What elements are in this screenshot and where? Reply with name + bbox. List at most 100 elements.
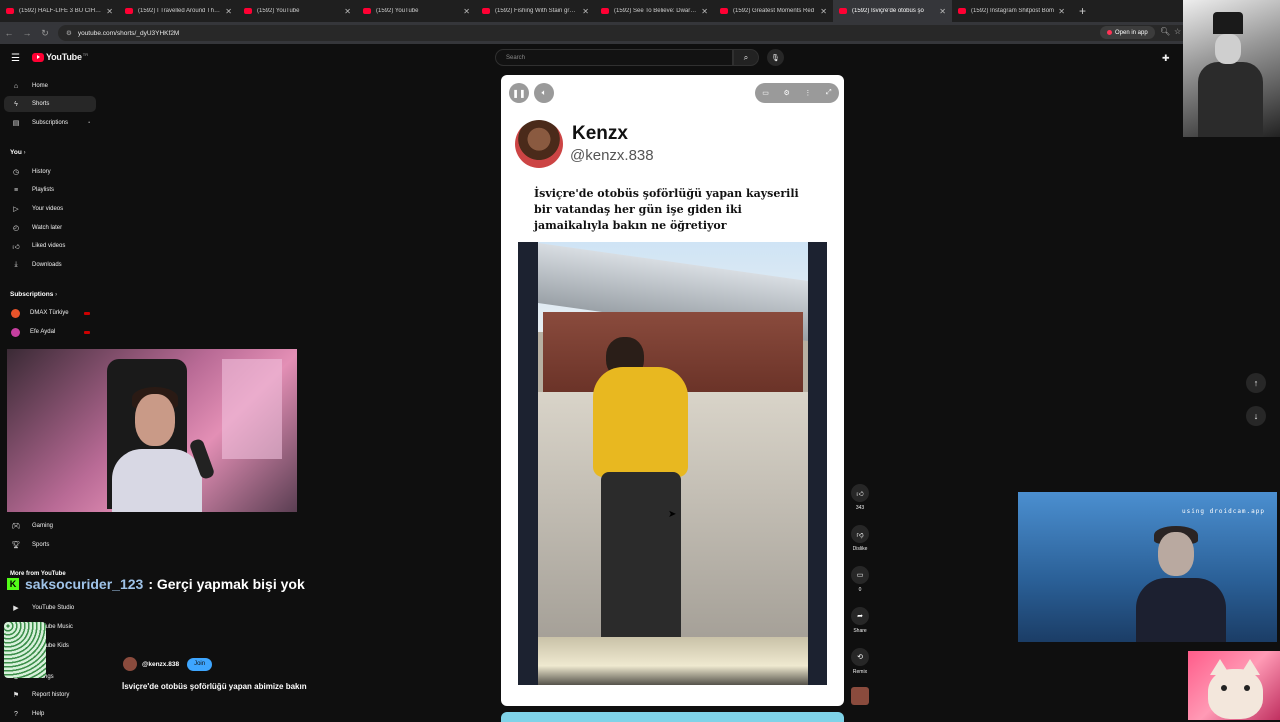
tweet-name: Kenzx [572,123,628,144]
sidebar-item-your-videos[interactable]: ▷ Your videos [4,201,96,217]
video-person-pants [601,472,681,652]
open-in-app-button[interactable]: Open in app [1100,26,1155,39]
kick-logo-icon: K [7,578,19,590]
menu-icon[interactable]: ☰ [11,53,20,64]
sidebar-item-report-history[interactable]: ⚑ Report history [4,687,96,703]
sidebar-item-shorts[interactable]: ϟ Shorts [4,96,96,112]
subscriptions-section-title[interactable]: Subscriptions › [10,291,57,298]
more-options-icon[interactable]: ⋮ [804,89,811,97]
comment-count: 0 [858,587,862,593]
next-short-preview[interactable] [501,712,844,722]
reload-icon[interactable]: ↻ [36,28,54,39]
close-tab-icon[interactable]: ✕ [344,7,351,16]
channel-avatar[interactable] [123,657,137,671]
close-tab-icon[interactable]: ✕ [1058,7,1065,16]
forward-icon[interactable]: → [18,28,36,38]
download-icon: ⤓ [14,261,18,268]
volume-button[interactable]: 🔈︎ [534,83,554,103]
sidebar-item-watch-later[interactable]: ◴ Watch later [4,220,96,236]
sidebar-item-subscriptions[interactable]: ▤ Subscriptions • [4,115,96,131]
browser-tab[interactable]: (1592) YouTube ✕ [357,0,476,22]
second-webcam: using droidcam.app [1018,492,1277,642]
close-tab-icon[interactable]: ✕ [701,7,708,16]
app-icon [1107,30,1112,35]
webcam-window [222,359,282,459]
new-tab-button[interactable]: + [1079,4,1086,18]
sidebar-item-sports[interactable]: 🏆︎ Sports [4,537,96,553]
remix-icon: ⟲ [851,648,869,666]
sports-icon: 🏆︎ [11,542,21,549]
browser-tab[interactable]: (1592) HALF-LIFE 3 BU CİHAZA ✕ [0,0,119,22]
channel-handle[interactable]: @kenzx.838 [142,661,179,668]
next-short-button[interactable]: ↓ [1246,406,1266,426]
sidebar-sub-item[interactable]: DMAX Türkiye [4,305,96,321]
arrow-up-icon: ↑ [1253,378,1259,388]
sidebar-item-liked-videos[interactable]: 👍︎ Liked videos [4,238,96,254]
share-button[interactable]: ➦ Share [847,607,873,634]
video-frame[interactable]: ➤ [518,242,827,685]
photo-hat [1213,12,1243,34]
youtube-favicon-icon [482,8,490,14]
you-section-title[interactable]: You › [10,149,26,156]
tweet-handle: @kenzx.838 [570,147,654,164]
browser-tab-bar: (1592) HALF-LIFE 3 BU CİHAZA ✕ (1592) I T… [0,0,1280,22]
url-field[interactable]: ⚙ youtube.com/shorts/_dyU3YHKf2M [58,25,1228,41]
youtube-favicon-icon [958,8,966,14]
browser-tab[interactable]: (1592) YouTube ✕ [238,0,357,22]
youtube-favicon-icon [720,8,728,14]
browser-tab[interactable]: (1592) İnstagram Shitpost Bom ✕ [952,0,1071,22]
captions-icon[interactable]: ▭ [762,89,769,97]
back-icon[interactable]: ← [0,28,18,38]
like-button[interactable]: 👍︎ 343 [847,484,873,511]
close-tab-icon[interactable]: ✕ [225,7,232,16]
sound-thumbnail[interactable] [847,687,873,705]
browser-tab[interactable]: (1592) Greatest Moments Red ✕ [714,0,833,22]
browser-tab[interactable]: (1592) I Travelled Around The W ✕ [119,0,238,22]
voice-search-button[interactable]: 🎙︎ [767,49,784,66]
video-bus-step [538,637,808,685]
sidebar-item-gaming[interactable]: 🎮︎ Gaming [4,518,96,534]
comments-button[interactable]: ▭ 0 [847,566,873,593]
youtube-favicon-icon [125,8,133,14]
close-tab-icon[interactable]: ✕ [939,7,946,16]
sidebar-sub-item[interactable]: Efe Aydal [4,324,96,340]
create-icon[interactable]: ✚ [1162,53,1170,64]
close-tab-icon[interactable]: ✕ [820,7,827,16]
remix-button[interactable]: ⟲ Remix [847,648,873,675]
youtube-logo[interactable]: YouTube TR [32,52,88,62]
sidebar-item-playlists[interactable]: ≡ Playlists [4,182,96,198]
channel-info: @kenzx.838 Join [123,657,213,671]
previous-short-button[interactable]: ↑ [1246,373,1266,393]
browser-tab-active[interactable]: (1592) İsviçre'de otobüs şo ✕ [833,0,952,22]
fullscreen-icon[interactable]: ⤢ [826,89,832,97]
youtube-header: ☰ YouTube TR Search ⌕ 🎙︎ ✚ [0,44,1280,72]
search-button[interactable]: ⌕ [733,49,759,66]
sidebar-item-home[interactable]: ⌂ Home [4,78,96,94]
close-tab-icon[interactable]: ✕ [582,7,589,16]
pause-button[interactable]: ❚❚ [509,83,529,103]
shorts-player[interactable]: ❚❚ 🔈︎ ▭ ⚙ ⋮ ⤢ Kenzx @kenzx.838 İsviçre'd… [501,75,844,706]
browser-tab[interactable]: (1592) Fishing With Stain group ✕ [476,0,595,22]
close-tab-icon[interactable]: ✕ [463,7,470,16]
streamer-webcam [7,349,297,512]
search-input[interactable]: Search [495,49,733,66]
watch-later-icon: ◴ [12,225,20,232]
settings-icon[interactable]: ⚙ [784,89,790,97]
browser-tab[interactable]: (1592) See To Believe: Dwarf Gi ✕ [595,0,714,22]
tweet-avatar [515,120,563,168]
dislike-button[interactable]: 👎︎ Dislike [847,525,873,552]
youtube-favicon-icon [244,8,252,14]
zoom-icon[interactable]: 🔍︎ [1160,27,1170,36]
join-button[interactable]: Join [187,657,213,671]
sidebar-item-studio[interactable]: ▶ YouTube Studio [4,600,96,616]
live-indicator-icon [84,311,90,315]
bookmark-star-icon[interactable]: ☆ [1174,27,1181,36]
close-tab-icon[interactable]: ✕ [106,7,113,16]
sidebar-item-history[interactable]: ◷ History [4,164,96,180]
sound-avatar [851,687,869,705]
channel-avatar [11,308,20,318]
youtube-play-icon [32,52,44,62]
site-info-icon[interactable]: ⚙ [66,29,72,37]
sidebar-item-downloads[interactable]: ⤓ Downloads [4,257,96,273]
shorts-icon: ϟ [14,100,18,108]
